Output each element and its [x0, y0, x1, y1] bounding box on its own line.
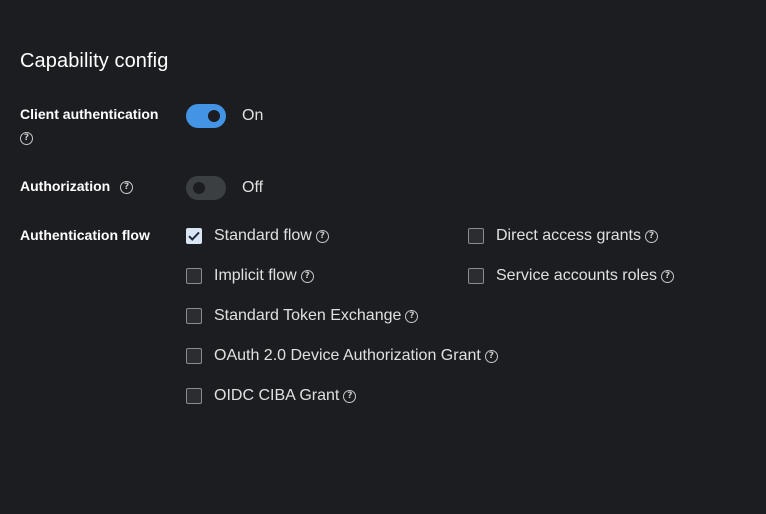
help-icon[interactable]: ?	[644, 229, 658, 243]
authorization-switch[interactable]	[186, 176, 226, 200]
switch-knob	[193, 182, 205, 194]
help-icon[interactable]: ?	[660, 269, 674, 283]
checkbox-label[interactable]: Standard flow	[214, 227, 312, 245]
option-standard-token-exchange[interactable]: Standard Token Exchange ?	[186, 305, 419, 327]
checkbox[interactable]	[186, 388, 202, 404]
option-oidc-ciba-grant[interactable]: OIDC CIBA Grant ?	[186, 385, 357, 407]
checkbox[interactable]	[186, 228, 202, 244]
option-service-accounts-roles[interactable]: Service accounts roles ?	[468, 265, 674, 287]
authorization-label: Authorization ?	[20, 176, 134, 196]
client-authentication-label-text: Client authentication	[20, 106, 159, 122]
checkbox[interactable]	[468, 268, 484, 284]
authentication-flow-label: Authentication flow	[20, 227, 150, 243]
option-direct-access-grants[interactable]: Direct access grants ?	[468, 225, 658, 247]
help-icon[interactable]: ?	[20, 131, 33, 145]
checkbox-label[interactable]: Standard Token Exchange	[214, 307, 401, 325]
checkbox-label[interactable]: Implicit flow	[214, 267, 297, 285]
help-icon[interactable]: ?	[300, 269, 314, 283]
checkbox[interactable]	[186, 308, 202, 324]
option-implicit-flow[interactable]: Implicit flow ?	[186, 265, 314, 287]
authorization-label-text: Authorization	[20, 178, 111, 194]
checkbox-label[interactable]: OIDC CIBA Grant	[214, 387, 339, 405]
client-authentication-state: On	[242, 107, 264, 124]
help-icon[interactable]: ?	[343, 389, 357, 403]
authorization-state: Off	[242, 179, 264, 196]
checkbox-label[interactable]: Service accounts roles	[496, 267, 657, 285]
help-icon[interactable]: ?	[120, 180, 134, 194]
help-icon[interactable]: ?	[484, 349, 498, 363]
checkbox[interactable]	[186, 348, 202, 364]
checkbox[interactable]	[186, 268, 202, 284]
checkbox-label[interactable]: Direct access grants	[496, 227, 641, 245]
help-icon[interactable]: ?	[405, 309, 419, 323]
section-title: Capability config	[20, 50, 169, 72]
option-oauth-device-authorization-grant[interactable]: OAuth 2.0 Device Authorization Grant ?	[186, 345, 498, 367]
client-authentication-switch[interactable]	[186, 104, 226, 128]
client-authentication-label: Client authentication ?	[20, 104, 158, 145]
option-standard-flow[interactable]: Standard flow ?	[186, 225, 329, 247]
help-icon[interactable]: ?	[315, 229, 329, 243]
checkbox[interactable]	[468, 228, 484, 244]
switch-knob	[208, 110, 220, 122]
checkmark-icon	[188, 231, 200, 241]
checkbox-label[interactable]: OAuth 2.0 Device Authorization Grant	[214, 347, 481, 365]
capability-config-panel: Capability config Client authentication …	[0, 0, 766, 514]
